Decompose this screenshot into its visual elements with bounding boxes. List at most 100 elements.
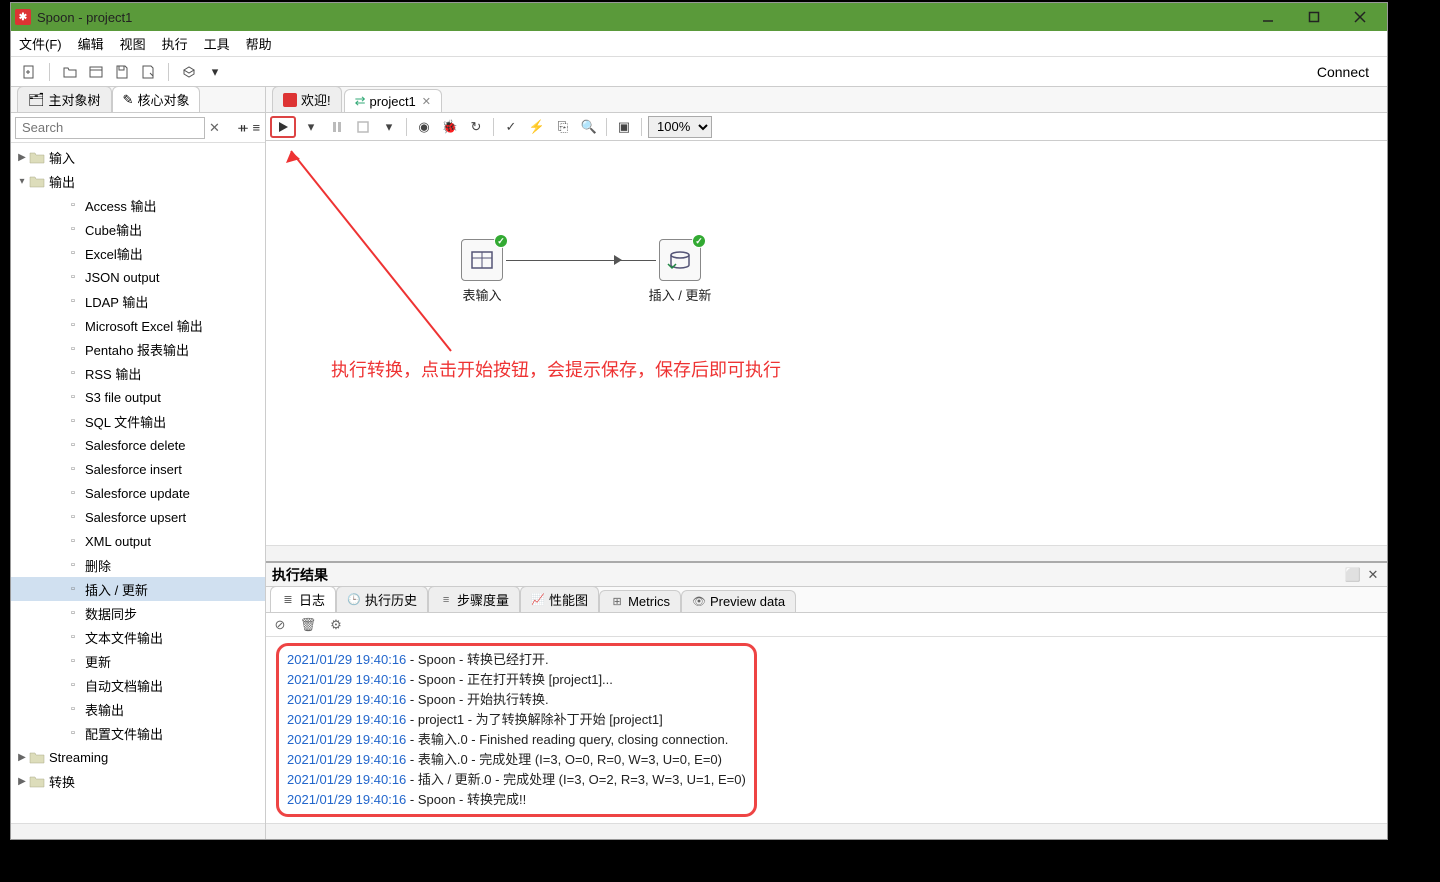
results-tab-metrics[interactable]: ⊞Metrics <box>599 590 681 612</box>
open-icon[interactable] <box>60 62 80 82</box>
hop-line[interactable] <box>506 260 656 261</box>
save-icon[interactable] <box>112 62 132 82</box>
tree-folder-streaming[interactable]: ▶Streaming <box>11 745 265 769</box>
connect-button[interactable]: Connect <box>1307 62 1379 82</box>
results-tab-step-metrics[interactable]: ≡步骤度量 <box>428 586 520 612</box>
tree-item[interactable]: ▫更新 <box>11 649 265 673</box>
expand-tree-icon[interactable]: ᚑ <box>238 119 247 137</box>
canvas[interactable]: ✓ 表输入 ✓ 插入 / 更新 执行转换，点击开始按钮，会提示保存，保存后即可 <box>266 141 1387 545</box>
sidebar-horizontal-scrollbar[interactable] <box>11 823 265 839</box>
new-file-icon[interactable] <box>19 62 39 82</box>
tree-item[interactable]: ▫Salesforce insert <box>11 457 265 481</box>
stop-icon[interactable] <box>352 116 374 138</box>
maximize-panel-icon[interactable]: ⬜ <box>1345 567 1361 583</box>
run-dropdown-icon[interactable]: ▾ <box>300 116 322 138</box>
editor-tabs: 欢迎! ⇄project1✕ <box>266 87 1387 113</box>
close-tab-icon[interactable]: ✕ <box>422 95 431 108</box>
results-tab-perf[interactable]: 📈性能图 <box>520 586 599 612</box>
menu-file[interactable]: 文件(F) <box>19 34 62 53</box>
tree-item[interactable]: ▫LDAP 输出 <box>11 289 265 313</box>
menu-help[interactable]: 帮助 <box>246 34 272 53</box>
tree-item[interactable]: ▫数据同步 <box>11 601 265 625</box>
step-type-icon: ▫ <box>65 629 81 645</box>
run-button[interactable] <box>270 116 296 138</box>
tree-item[interactable]: ▫Cube输出 <box>11 217 265 241</box>
history-icon: 🕒 <box>347 593 361 607</box>
explore-icon[interactable] <box>86 62 106 82</box>
tree-item[interactable]: ▫Salesforce delete <box>11 433 265 457</box>
tree-item[interactable]: ▫RSS 输出 <box>11 361 265 385</box>
minimize-button[interactable] <box>1245 3 1291 31</box>
stop-dropdown-icon[interactable]: ▾ <box>378 116 400 138</box>
tree-item[interactable]: ▫Microsoft Excel 输出 <box>11 313 265 337</box>
results-tab-preview[interactable]: 👁Preview data <box>681 590 796 612</box>
tree-item[interactable]: ▫文本文件输出 <box>11 625 265 649</box>
window-title: Spoon - project1 <box>37 10 1245 25</box>
tree-item[interactable]: ▫插入 / 更新 <box>11 577 265 601</box>
preview-icon[interactable]: ◉ <box>413 116 435 138</box>
perspective-icon[interactable] <box>179 62 199 82</box>
close-button[interactable] <box>1337 3 1383 31</box>
tree-item[interactable]: ▫XML output <box>11 529 265 553</box>
tab-main-tree[interactable]: 🗂主对象树 <box>17 87 112 112</box>
tab-core-objects[interactable]: ✎核心对象 <box>112 87 201 112</box>
tree-item[interactable]: ▫Excel输出 <box>11 241 265 265</box>
results-tab-log[interactable]: ≣日志 <box>270 586 336 612</box>
debug-icon[interactable]: 🐞 <box>439 116 461 138</box>
tree-item[interactable]: ▫JSON output <box>11 265 265 289</box>
log-settings-icon[interactable]: ⚙ <box>328 617 344 633</box>
pause-icon[interactable] <box>326 116 348 138</box>
collapse-tree-icon[interactable]: ≡ <box>252 119 261 137</box>
menu-run[interactable]: 执行 <box>162 34 188 53</box>
step-type-icon: ▫ <box>65 677 81 693</box>
maximize-button[interactable] <box>1291 3 1337 31</box>
step-table-input[interactable]: ✓ <box>461 239 503 281</box>
tab-welcome[interactable]: 欢迎! <box>272 87 342 112</box>
tree-folder-transform[interactable]: ▶转换 <box>11 769 265 793</box>
close-panel-icon[interactable]: ✕ <box>1365 567 1381 583</box>
main-area: 欢迎! ⇄project1✕ ▾ ▾ ◉ 🐞 ↻ ✓ ⚡ ⎘ 🔍 ▣ <box>266 87 1387 839</box>
explore-db-icon[interactable]: 🔍 <box>578 116 600 138</box>
tree-folder-input[interactable]: ▶输入 <box>11 145 265 169</box>
menu-tools[interactable]: 工具 <box>204 34 230 53</box>
sidebar-tree[interactable]: ▶输入 ▾输出 ▫Access 输出▫Cube输出▫Excel输出▫JSON o… <box>11 143 265 823</box>
menu-edit[interactable]: 编辑 <box>78 34 104 53</box>
tree-item[interactable]: ▫Salesforce upsert <box>11 505 265 529</box>
tree-item[interactable]: ▫配置文件输出 <box>11 721 265 745</box>
step-type-icon: ▫ <box>65 197 81 213</box>
clear-search-icon[interactable]: ✕ <box>209 119 220 137</box>
log-line: 2021/01/29 19:40:16 - 表输入.0 - Finished r… <box>287 730 746 750</box>
dropdown-icon[interactable]: ▾ <box>205 62 225 82</box>
tree-folder-output[interactable]: ▾输出 <box>11 169 265 193</box>
zoom-select[interactable]: 100% <box>648 116 712 138</box>
save-as-icon[interactable] <box>138 62 158 82</box>
tab-project[interactable]: ⇄project1✕ <box>344 89 442 112</box>
tree-item[interactable]: ▫Pentaho 报表输出 <box>11 337 265 361</box>
sidebar: 🗂主对象树 ✎核心对象 ✕ ᚑ ≡ ▶输入 ▾输出 ▫Access 输出▫Cub… <box>11 87 266 839</box>
menu-view[interactable]: 视图 <box>120 34 146 53</box>
verify-icon[interactable]: ✓ <box>500 116 522 138</box>
tree-item[interactable]: ▫Access 输出 <box>11 193 265 217</box>
results-tab-history[interactable]: 🕒执行历史 <box>336 586 428 612</box>
show-results-icon[interactable]: ▣ <box>613 116 635 138</box>
tree-item[interactable]: ▫SQL 文件输出 <box>11 409 265 433</box>
search-input[interactable] <box>15 117 205 139</box>
menu-bar: 文件(F) 编辑 视图 执行 工具 帮助 <box>11 31 1387 57</box>
tree-item[interactable]: ▫表输出 <box>11 697 265 721</box>
log-output[interactable]: 2021/01/29 19:40:16 - Spoon - 转换已经打开.202… <box>266 637 1387 823</box>
tree-item[interactable]: ▫自动文档输出 <box>11 673 265 697</box>
sql-icon[interactable]: ⎘ <box>552 116 574 138</box>
step-type-icon: ▫ <box>65 221 81 237</box>
log-horizontal-scrollbar[interactable] <box>266 823 1387 839</box>
step-type-icon: ▫ <box>65 461 81 477</box>
log-stop-icon[interactable]: ⊘ <box>272 617 288 633</box>
chart-icon: 📈 <box>531 593 545 607</box>
replay-icon[interactable]: ↻ <box>465 116 487 138</box>
impact-icon[interactable]: ⚡ <box>526 116 548 138</box>
tree-item[interactable]: ▫删除 <box>11 553 265 577</box>
log-clear-icon[interactable]: 🗑 <box>300 617 316 633</box>
tree-item[interactable]: ▫Salesforce update <box>11 481 265 505</box>
tree-item[interactable]: ▫S3 file output <box>11 385 265 409</box>
step-insert-update[interactable]: ✓ <box>659 239 701 281</box>
canvas-horizontal-scrollbar[interactable] <box>266 545 1387 561</box>
